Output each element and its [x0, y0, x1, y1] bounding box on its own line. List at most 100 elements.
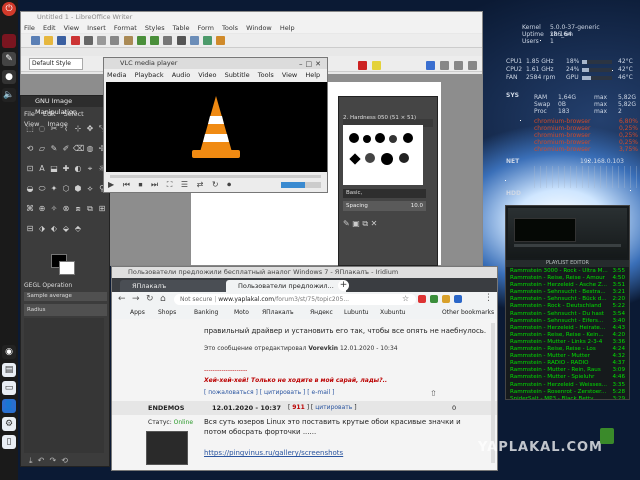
paintbrush-tool-icon[interactable]: ✐ [61, 144, 71, 154]
cage-tool-icon[interactable]: ⟡ [85, 184, 95, 194]
align-center-icon[interactable] [440, 61, 449, 70]
playlist-item[interactable]: 4:20 Rammstein - Reise, Reise - Kein... [510, 332, 625, 339]
font-color-icon[interactable] [358, 61, 367, 70]
document-icon[interactable]: ▭ [2, 381, 16, 395]
vlc-menu-video[interactable]: Video [198, 71, 216, 79]
vlc-menu-audio[interactable]: Audio [172, 71, 190, 79]
record-icon[interactable]: ⏺ [227, 180, 234, 189]
save-options-icon[interactable]: ⤓ [29, 456, 33, 465]
post2-author[interactable]: ENDEMOS [148, 404, 184, 412]
stop-icon[interactable]: ⏹ [138, 180, 145, 189]
post2-quote-link[interactable]: цитировать [315, 404, 352, 411]
playlist-item[interactable]: 3:51 Rammstein - Herzeleid - Asche Z... [510, 282, 625, 289]
open-icon[interactable] [44, 36, 54, 45]
play-icon[interactable]: ▶ [108, 180, 117, 189]
eraser-tool-icon[interactable]: ⌫ [73, 144, 84, 154]
restore-options-icon[interactable]: ↶ [38, 456, 45, 465]
highlight-icon[interactable] [372, 61, 381, 70]
close-icon[interactable]: ✕ [315, 60, 324, 68]
new-tab-button[interactable]: + [338, 280, 349, 291]
new-document-icon[interactable] [31, 36, 40, 45]
perspective-tool-icon[interactable]: ▱ [37, 144, 47, 154]
browser-titlebar[interactable]: Пользователи предложили бесплатный анало… [112, 267, 497, 278]
mypaint-brush-tool-icon[interactable]: ✦ [49, 184, 59, 194]
previous-icon[interactable]: ⏮ [123, 180, 133, 189]
scroll-up-icon[interactable]: ⇧ [430, 389, 437, 398]
foreground-select-tool-icon[interactable]: ⊞ [97, 204, 107, 214]
crop-tool-icon[interactable]: ✚ [61, 164, 71, 174]
3d-transform-tool-icon[interactable]: ⬖ [49, 224, 59, 234]
playlist-item[interactable]: 4:46 Rammstein - Mutter - Spieluhr [510, 374, 625, 381]
text-tool-icon[interactable]: A [37, 164, 47, 174]
table-icon[interactable] [189, 36, 199, 45]
edited-by[interactable]: Vorevkin [308, 345, 338, 352]
playlist-item[interactable]: 3:09 Rammstein - Mutter - Rein, Raus [510, 367, 625, 374]
dodge-burn-tool-icon[interactable]: ◐ [73, 164, 83, 174]
app-icon-3[interactable]: ● [2, 70, 16, 84]
playlist-icon[interactable]: ☰ [181, 180, 191, 189]
paste-icon[interactable] [123, 36, 133, 45]
playlist-item[interactable]: 4:50 Rammstein - Reise, Reise - Amour [510, 275, 625, 282]
playlist-item[interactable]: 3:21 Rammstein - Sehnsucht - Bestra... [510, 289, 625, 296]
flip-tool-icon[interactable]: ⬢ [73, 184, 83, 194]
vlc-menu-playback[interactable]: Playback [135, 71, 164, 79]
spacing-slider[interactable]: Spacing 10.0 [343, 201, 426, 211]
playlist-item[interactable]: 3:29 SpiderSalt - MP3 - Black Betty [510, 396, 625, 399]
back-icon[interactable]: ← [118, 294, 126, 304]
ink-tool-icon[interactable]: ⬭ [37, 184, 47, 194]
spelling-icon[interactable] [176, 36, 186, 45]
bookmark-apps[interactable]: Apps [130, 307, 145, 319]
bookmark-moto[interactable]: Moto [234, 307, 249, 319]
sample-average-option[interactable]: Sample average [24, 292, 107, 301]
writer-menu-edit[interactable]: Edit [43, 24, 56, 32]
bookmark-yandex[interactable]: Яндекс [310, 307, 333, 319]
align-left-icon[interactable] [426, 61, 435, 70]
settings-icon[interactable]: ⚙ [2, 417, 16, 431]
print-icon[interactable] [83, 36, 93, 45]
playlist-item[interactable]: 3:36 Rammstein - Mutter - Links 2-3-4 [510, 339, 625, 346]
new-brush-icon[interactable]: ▣ [352, 219, 360, 228]
bookmark-lubuntu[interactable]: Lubuntu [344, 307, 369, 319]
quote-link[interactable]: цитировать [264, 389, 301, 396]
vlc-menu-help[interactable]: Help [305, 71, 320, 79]
bookmark-star-icon[interactable]: ☆ [402, 294, 409, 303]
extension-icon-2[interactable] [430, 295, 438, 303]
playlist-item[interactable]: 4:32 Rammstein - Mutter - Mutter [510, 353, 625, 360]
playlist-item[interactable]: 3:35 Rammstein - Herzeleid - Weisses... [510, 382, 625, 389]
extension-icon-4[interactable] [454, 295, 462, 303]
playlist-item[interactable]: 4:43 Rammstein - Herzeleid - Heirate... [510, 325, 625, 332]
heal-tool-icon[interactable]: ⊡ [25, 164, 35, 174]
undo-icon[interactable] [136, 36, 146, 45]
duplicate-brush-icon[interactable]: ⧉ [362, 219, 368, 228]
paragraph-style-select[interactable]: Default Style [29, 58, 83, 70]
bookmark-banking[interactable]: Banking [194, 307, 218, 319]
warp-tool-icon[interactable]: ⊗ [61, 204, 71, 214]
post2-link[interactable]: https://pingvinus.ru/gallery/screenshots [204, 449, 343, 457]
playlist-item[interactable]: 3:55 Rammstein 3000 - Rock - Ultra M... [510, 268, 625, 275]
app-icon-2[interactable]: ✎ [2, 52, 16, 66]
loop-icon[interactable]: ⇄ [197, 180, 207, 189]
reload-icon[interactable]: ↻ [146, 294, 154, 304]
bookmark-yaplakal[interactable]: ЯПлакалъ [262, 307, 294, 319]
bucket-fill-tool-icon[interactable]: ⬓ [49, 164, 59, 174]
align-right-icon[interactable] [454, 61, 463, 70]
mask-tool-icon[interactable]: ⬙ [61, 224, 71, 234]
email-link[interactable]: e-mail [312, 389, 331, 396]
delete-brush-icon[interactable]: ✕ [371, 219, 378, 228]
gradient-tool-icon[interactable]: ✧ [49, 204, 59, 214]
bookmark-xubuntu[interactable]: Xubuntu [380, 307, 405, 319]
rect-select-tool-icon[interactable]: ⬚ [25, 124, 35, 134]
ellipse-select-tool-icon[interactable]: ◌ [37, 124, 47, 134]
image-icon[interactable] [203, 36, 213, 45]
power-icon[interactable]: ⏻ [2, 2, 16, 16]
forward-icon[interactable]: → [132, 294, 140, 304]
bookmark-shops[interactable]: Shops [158, 307, 176, 319]
brushes-grid[interactable] [343, 125, 423, 185]
playlist-item[interactable]: 2:20 Rammstein - Sehnsucht - Bück d... [510, 296, 625, 303]
tab-active-topic[interactable]: Пользователи предложил... [226, 280, 346, 292]
menu-icon[interactable]: ⋮ [484, 293, 493, 303]
writer-menu-tools[interactable]: Tools [222, 24, 238, 32]
playlist-item[interactable]: 3:40 Rammstein - Sehnsucht - Eifers... [510, 318, 625, 325]
app-icon-1[interactable] [2, 34, 16, 48]
winamp-seek-bar[interactable] [514, 244, 621, 247]
